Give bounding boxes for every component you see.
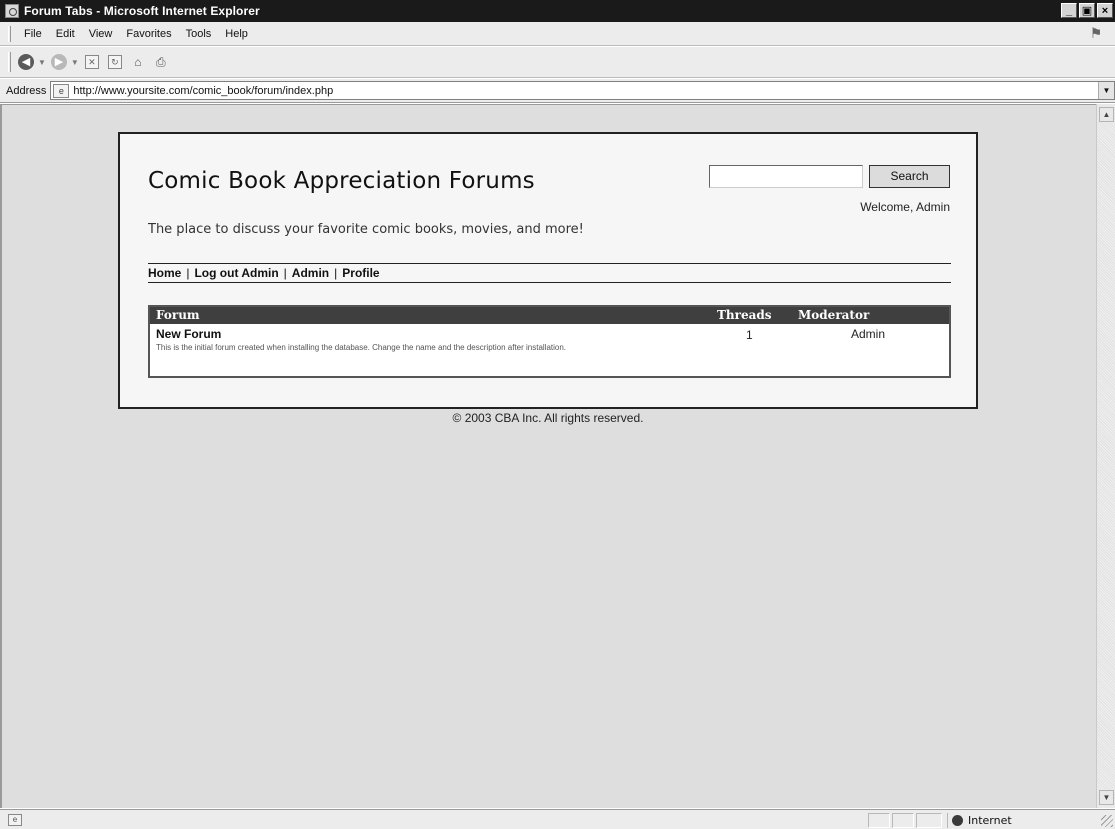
standard-toolbar: ◀ ▼ ▶ ▼ ✕ ↻ ⌂ ⎙ [0,47,1115,78]
search-input[interactable] [709,165,863,188]
nav-separator: | [283,266,287,280]
forward-button[interactable]: ▶ [50,53,68,71]
refresh-icon: ↻ [107,55,122,69]
print-button[interactable]: ⎙ [152,53,170,71]
header-forum: Forum [156,308,200,322]
home-button[interactable]: ⌂ [129,53,147,71]
table-row: New Forum This is the initial forum crea… [150,324,949,376]
header-moderator: Moderator [798,308,870,322]
status-cell [916,813,942,828]
page-status-icon: e [8,813,22,826]
menu-favorites[interactable]: Favorites [119,28,178,40]
security-zone[interactable]: Internet [947,813,1095,828]
back-button[interactable]: ◀ [17,53,35,71]
address-label: Address [6,84,47,97]
forum-table-header: Forum Threads Moderator [150,307,949,324]
back-icon: ◀ [18,54,34,70]
window-title: Forum Tabs - Microsoft Internet Explorer [24,4,260,18]
status-cell [868,813,890,828]
address-bar: Address e http://www.yoursite.com/comic_… [0,79,1115,103]
page-icon: e [53,83,70,98]
forum-moderator: Admin [851,327,886,341]
home-icon: ⌂ [134,55,142,69]
main-nav: Home | Log out Admin | Admin | Profile [148,263,951,283]
menu-edit[interactable]: Edit [49,28,82,40]
globe-icon [952,815,963,826]
zone-label: Internet [968,814,1012,827]
menu-help[interactable]: Help [218,28,255,40]
print-icon: ⎙ [156,54,166,69]
address-url[interactable]: http://www.yoursite.com/comic_book/forum… [73,85,333,97]
nav-separator: | [186,266,190,280]
menu-tools[interactable]: Tools [179,28,219,40]
status-cell [892,813,914,828]
windows-logo-icon: ⚑ [1089,25,1103,41]
header-threads: Threads [717,308,772,322]
forward-icon: ▶ [50,54,67,70]
menu-bar: File Edit View Favorites Tools Help ⚑ [0,22,1115,46]
address-dropdown-icon[interactable]: ▼ [1098,82,1114,99]
nav-logout-link[interactable]: Log out Admin [194,266,278,280]
status-bar: e Internet [0,809,1115,829]
scroll-up-icon[interactable]: ▲ [1099,107,1114,122]
refresh-button[interactable]: ↻ [106,53,124,71]
menubar-grip[interactable] [8,25,11,42]
toolbar-grip[interactable] [8,52,11,72]
nav-home-link[interactable]: Home [148,266,181,280]
address-input[interactable]: e http://www.yoursite.com/comic_book/for… [50,81,1115,100]
forum-page-panel: Comic Book Appreciation Forums The place… [118,132,978,409]
menu-view[interactable]: View [82,28,120,40]
maximize-button[interactable]: ▣ [1079,3,1095,18]
forward-dropdown-icon[interactable]: ▼ [71,58,79,67]
scroll-down-icon[interactable]: ▼ [1099,790,1114,805]
vertical-scrollbar[interactable]: ▲ ▼ [1096,104,1115,808]
minimize-button[interactable]: _ [1061,3,1077,18]
back-dropdown-icon[interactable]: ▼ [38,58,46,67]
menu-file[interactable]: File [17,28,49,40]
forum-thread-count: 1 [746,328,753,342]
stop-icon: ✕ [84,55,99,69]
forum-table: Forum Threads Moderator New Forum This i… [148,305,951,378]
site-title: Comic Book Appreciation Forums [148,168,535,194]
forum-name-link[interactable]: New Forum [156,327,221,341]
page-footer: © 2003 CBA Inc. All rights reserved. [452,411,644,425]
stop-button[interactable]: ✕ [83,53,101,71]
ie-app-icon[interactable] [5,4,19,18]
welcome-message: Welcome, Admin [860,200,950,214]
site-tagline: The place to discuss your favorite comic… [148,222,584,237]
resize-grip-icon[interactable] [1101,815,1113,827]
window-titlebar: Forum Tabs - Microsoft Internet Explorer… [0,0,1115,22]
nav-separator: | [334,266,338,280]
nav-admin-link[interactable]: Admin [292,266,329,280]
forum-description: This is the initial forum created when i… [156,343,567,352]
search-button[interactable]: Search [869,165,950,188]
window-controls: _ ▣ × [1061,3,1113,18]
nav-profile-link[interactable]: Profile [342,266,379,280]
close-button[interactable]: × [1097,3,1113,18]
